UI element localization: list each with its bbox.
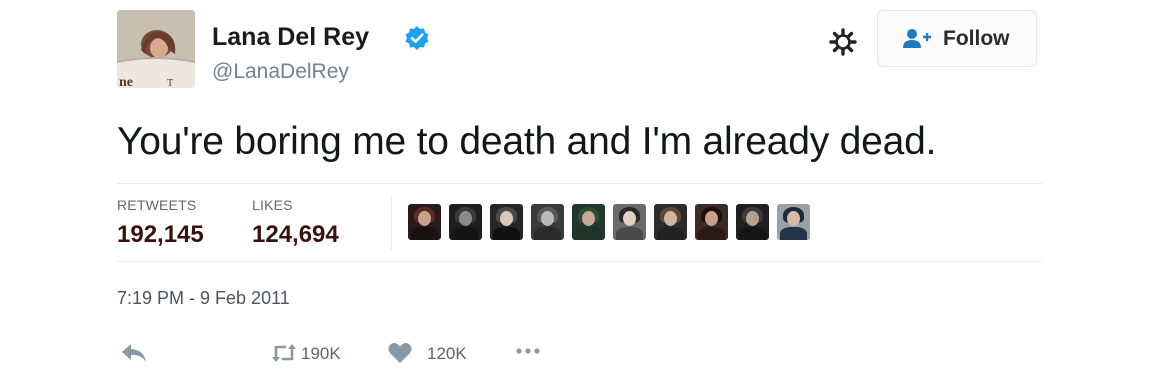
retweet-button[interactable]: 190K — [271, 341, 361, 367]
liker-avatar[interactable] — [613, 204, 646, 240]
svg-text:ne: ne — [119, 75, 133, 88]
display-name[interactable]: Lana Del Rey — [212, 22, 369, 52]
liker-avatar[interactable] — [777, 204, 810, 240]
liker-avatar[interactable] — [490, 204, 523, 240]
like-button[interactable]: 120K — [387, 341, 477, 367]
liker-avatar[interactable] — [572, 204, 605, 240]
liker-avatar[interactable] — [408, 204, 441, 240]
username[interactable]: @LanaDelRey — [212, 59, 349, 85]
tweet-text: You're boring me to death and I'm alread… — [117, 120, 937, 163]
stats-divider-top — [117, 183, 1042, 184]
retweets-label[interactable]: RETWEETS — [117, 196, 196, 214]
verified-badge-icon — [405, 26, 429, 50]
add-person-icon — [903, 29, 931, 48]
retweets-count[interactable]: 192,145 — [117, 220, 204, 250]
gear-icon[interactable] — [828, 27, 858, 57]
reply-arrow-icon — [122, 344, 146, 362]
like-count: 120K — [427, 344, 467, 363]
likes-count[interactable]: 124,694 — [252, 220, 339, 250]
stats-separator — [391, 195, 392, 250]
follow-label: Follow — [943, 27, 1010, 50]
svg-text:T: T — [167, 78, 173, 88]
liker-avatar[interactable] — [695, 204, 728, 240]
heart-icon — [388, 343, 412, 363]
profile-photo-icon: ne T — [117, 10, 195, 88]
likes-label[interactable]: LIKES — [252, 196, 293, 214]
profile-avatar[interactable]: ne T — [117, 10, 195, 88]
liker-avatar[interactable] — [736, 204, 769, 240]
retweet-count: 190K — [301, 344, 341, 363]
liker-avatar[interactable] — [531, 204, 564, 240]
reply-button[interactable] — [119, 341, 151, 367]
tweet-card: ne T Lana Del Rey @LanaDelRey Follow You… — [0, 0, 1169, 389]
liker-avatar[interactable] — [449, 204, 482, 240]
more-button[interactable] — [515, 341, 547, 367]
follow-button[interactable]: Follow — [877, 10, 1037, 67]
stats-divider-bottom — [117, 261, 1042, 262]
retweet-icon — [272, 344, 296, 362]
liker-avatar[interactable] — [654, 204, 687, 240]
tweet-timestamp[interactable]: 7:19 PM - 9 Feb 2011 — [117, 287, 290, 309]
more-dots-icon — [516, 348, 540, 354]
